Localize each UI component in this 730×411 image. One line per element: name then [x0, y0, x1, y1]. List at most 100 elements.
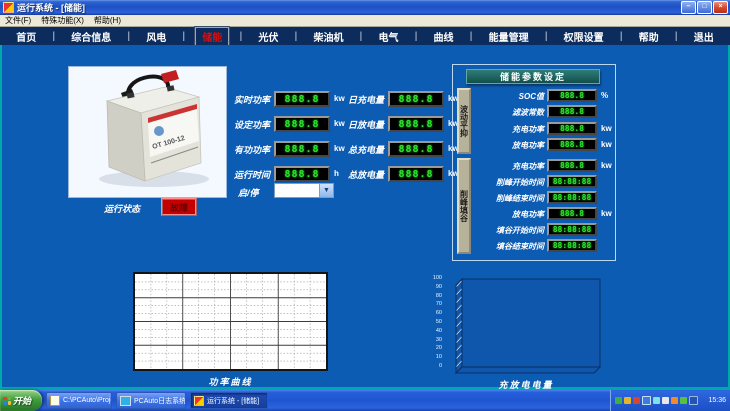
maximize-button[interactable]: [697, 1, 712, 14]
metric-label: 日充电量: [330, 93, 384, 106]
windows-logo-icon: [3, 397, 11, 405]
taskbar-task-run-system[interactable]: 运行系统 - [储能]: [190, 392, 268, 409]
tray-icon[interactable]: [689, 396, 698, 405]
app-icon: [194, 396, 204, 406]
metric-display-realtime-power: 888.8: [274, 91, 330, 107]
setting-display-peak-end-time[interactable]: 88:88:88: [547, 191, 597, 204]
setting-display-soc[interactable]: 888.8: [547, 89, 597, 102]
setting-label: 充电功率: [474, 124, 544, 135]
metric-label: 实时功率: [216, 93, 270, 106]
nav-separator: [620, 31, 623, 42]
menu-help[interactable]: 帮助(H): [94, 15, 121, 26]
menu-bar: 文件(F) 特殊功能(X) 帮助(H): [0, 15, 730, 27]
nav-separator: [470, 31, 473, 42]
nav-storage-active[interactable]: 储能: [195, 27, 229, 46]
nav-electrical[interactable]: 电气: [373, 28, 405, 45]
menu-special-functions[interactable]: 特殊功能(X): [41, 15, 84, 26]
nav-separator: [360, 31, 363, 42]
taskbar-task-log-system[interactable]: PCAuto日志系统: [116, 392, 186, 409]
tray-icon[interactable]: [653, 397, 660, 404]
nav-exit[interactable]: 退出: [688, 28, 720, 45]
setting-label: 放电功率: [474, 209, 544, 220]
nav-separator: [127, 31, 130, 42]
nav-home[interactable]: 首页: [10, 28, 42, 45]
setting-display-filter-constant[interactable]: 888.8: [547, 105, 597, 118]
metric-label: 日放电量: [330, 118, 384, 131]
run-status-indicator: 故障: [161, 198, 197, 216]
setting-label: 填谷结束时间: [474, 241, 544, 252]
setting-display-discharge-power-2[interactable]: 888.8: [547, 207, 597, 220]
setting-unit: kw: [601, 209, 612, 218]
nav-separator: [240, 31, 243, 42]
tray-icon[interactable]: [680, 397, 687, 404]
app-icon: [3, 2, 14, 13]
nav-separator: [52, 31, 55, 42]
tray-icon[interactable]: [633, 397, 640, 404]
setting-unit: kw: [601, 161, 612, 170]
energy-chart-frame: [446, 277, 606, 377]
nav-permissions[interactable]: 权限设置: [558, 28, 610, 45]
energy-chart: [446, 277, 606, 377]
nav-overview[interactable]: 综合信息: [65, 28, 117, 45]
window-icon: [120, 396, 131, 406]
setting-display-discharge-power-1[interactable]: 888.8: [547, 138, 597, 151]
run-status-label: 运行状态: [104, 202, 140, 215]
nav-separator: [295, 31, 298, 42]
metric-display-total-discharge: 888.8: [388, 166, 444, 182]
power-curve-title: 功率曲线: [133, 375, 328, 388]
taskbar-task-explorer[interactable]: C:\PCAuto\Proje...: [46, 392, 112, 409]
metric-display-total-charge: 888.8: [388, 141, 444, 157]
metric-label: 设定功率: [216, 118, 270, 131]
metric-display-set-power: 888.8: [274, 116, 330, 132]
battery-image-panel: OT 100-12: [68, 66, 227, 198]
minimize-button[interactable]: [681, 1, 696, 14]
setting-display-valley-end-time[interactable]: 88:88:88: [547, 239, 597, 252]
settings-panel-title: 储能参数设定: [466, 69, 600, 84]
nav-help[interactable]: 帮助: [633, 28, 665, 45]
nav-energy-mgmt[interactable]: 能量管理: [483, 28, 535, 45]
metric-label: 总放电量: [330, 168, 384, 181]
tray-icon[interactable]: [624, 397, 631, 404]
battery-image: OT 100-12: [69, 67, 226, 197]
metric-label: 有功功率: [216, 143, 270, 156]
close-button[interactable]: [713, 1, 728, 14]
nav-separator: [545, 31, 548, 42]
nav-separator: [675, 31, 678, 42]
nav-separator: [183, 31, 186, 42]
tray-icon[interactable]: [642, 396, 651, 405]
menu-file[interactable]: 文件(F): [5, 15, 31, 26]
metric-display-daily-charge: 888.8: [388, 91, 444, 107]
power-curve-chart: [133, 272, 328, 371]
start-stop-dropdown[interactable]: ▼: [274, 183, 334, 198]
nav-diesel[interactable]: 柴油机: [307, 28, 349, 45]
setting-label: 削峰开始时间: [474, 177, 544, 188]
setting-label: 填谷开始时间: [474, 225, 544, 236]
chevron-down-icon[interactable]: ▼: [319, 184, 333, 197]
setting-display-valley-start-time[interactable]: 88:88:88: [547, 223, 597, 236]
tray-icon[interactable]: [662, 397, 669, 404]
taskbar-clock: 15:36: [708, 397, 726, 404]
tray-icon[interactable]: [671, 397, 678, 404]
nav-curves[interactable]: 曲线: [428, 28, 460, 45]
start-button[interactable]: 开始: [0, 390, 42, 411]
tray-icon[interactable]: [615, 397, 622, 404]
setting-display-charge-power-1[interactable]: 888.8: [547, 122, 597, 135]
setting-unit: kw: [601, 140, 612, 149]
setting-display-peak-start-time[interactable]: 88:88:88: [547, 175, 597, 188]
power-curve-grid: [135, 274, 326, 369]
start-stop-label: 启/停: [238, 186, 259, 199]
nav-wind[interactable]: 风电: [140, 28, 172, 45]
setting-unit: kw: [601, 124, 612, 133]
nav-separator: [415, 31, 418, 42]
setting-display-charge-power-2[interactable]: 888.8: [547, 159, 597, 172]
taskbar: 开始 C:\PCAuto\Proje... PCAuto日志系统 运行系统 - …: [0, 390, 730, 411]
hmi-screen: 运行系统 - [储能] 文件(F) 特殊功能(X) 帮助(H) 首页 综合信息 …: [0, 0, 730, 411]
setting-label: 削峰结束时间: [474, 193, 544, 204]
nav-pv[interactable]: 光伏: [252, 28, 284, 45]
group-tab-smoothing: 波动平抑: [457, 88, 471, 154]
nav-bar: 首页 综合信息 风电 储能 光伏 柴油机 电气 曲线 能量管理 权限设置 帮助 …: [0, 27, 730, 45]
battery-clamp-red: [161, 70, 179, 83]
metric-label: 运行时间: [216, 168, 270, 181]
window-title: 运行系统 - [储能]: [17, 1, 680, 14]
energy-chart-yticks: 10090 8070 6050 4030 2010 0: [426, 276, 442, 369]
